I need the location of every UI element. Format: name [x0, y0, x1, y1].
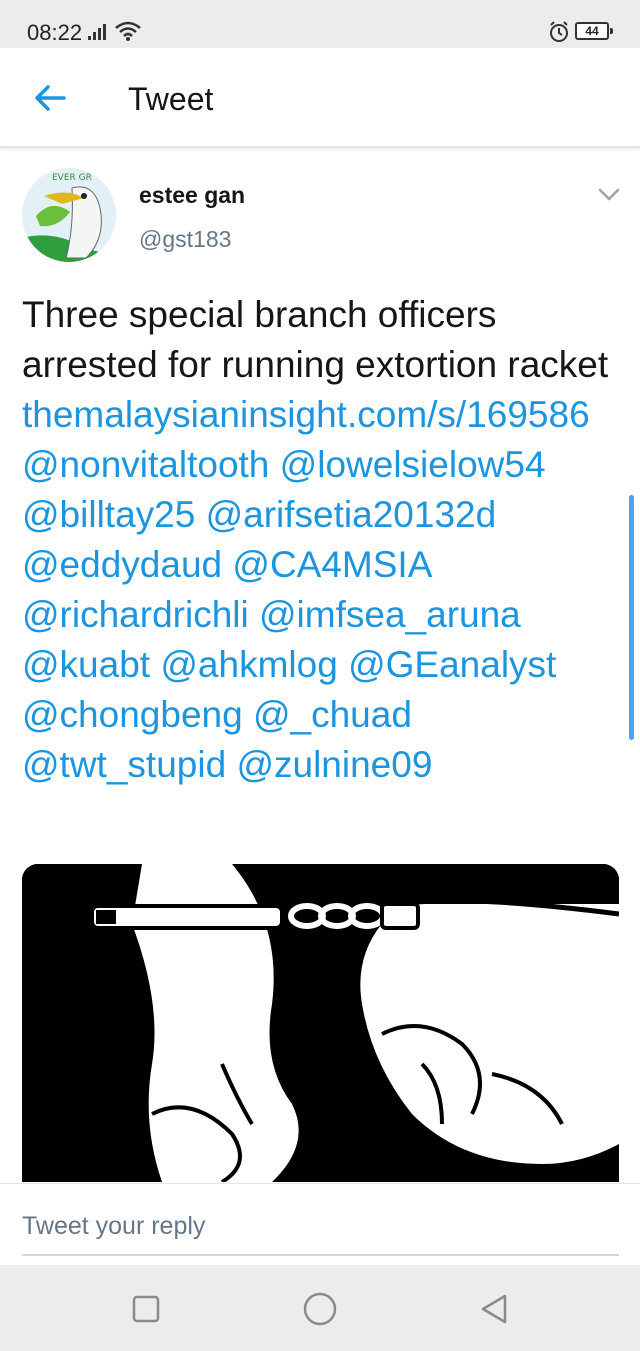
- author-name[interactable]: estee gan: [139, 182, 245, 209]
- tweet-text: Three special branch officers arrested f…: [22, 290, 622, 790]
- tweet-media[interactable]: [22, 864, 619, 1182]
- tweet-body: Three special branch officers arrested f…: [22, 294, 609, 385]
- signal-icon: [88, 24, 106, 40]
- mention-link[interactable]: @richardrichli: [22, 594, 249, 635]
- battery-icon: 44: [575, 22, 613, 40]
- mention-link[interactable]: @ahkmlog: [160, 644, 337, 685]
- status-time: 08:22: [27, 20, 83, 45]
- reply-input[interactable]: [22, 1208, 619, 1256]
- mention-link[interactable]: @zulnine09: [236, 744, 432, 785]
- author-handle[interactable]: @gst183: [139, 226, 231, 253]
- mention-link[interactable]: @CA4MSIA: [232, 544, 430, 585]
- avatar[interactable]: EVER GR: [22, 168, 116, 262]
- mention-link[interactable]: @chongbeng: [22, 694, 243, 735]
- status-bar: 08:22 44: [0, 0, 640, 48]
- back-arrow-icon: [35, 85, 66, 111]
- wifi-icon: [115, 21, 141, 41]
- mention-link[interactable]: @billtay25: [22, 494, 195, 535]
- recent-apps-icon: [132, 1295, 160, 1323]
- mention-link[interactable]: @GEanalyst: [348, 644, 556, 685]
- tweet-link[interactable]: themalaysianinsight.com/s/169586: [22, 394, 590, 435]
- scrollbar[interactable]: [629, 495, 634, 740]
- app-header: Tweet: [0, 48, 640, 148]
- chevron-down-icon[interactable]: [596, 184, 622, 204]
- mention-link[interactable]: @kuabt: [22, 644, 150, 685]
- mention-link[interactable]: @twt_stupid: [22, 744, 226, 785]
- handcuffs-image: [22, 864, 619, 1182]
- home-icon: [303, 1292, 337, 1326]
- avatar-image: EVER GR: [22, 168, 116, 262]
- recent-apps-button[interactable]: [126, 1289, 166, 1329]
- alarm-icon: [550, 21, 568, 42]
- home-button[interactable]: [300, 1289, 340, 1329]
- back-button[interactable]: [28, 76, 72, 120]
- mention-link[interactable]: @nonvitaltooth: [22, 444, 269, 485]
- mention-link[interactable]: @eddydaud: [22, 544, 222, 585]
- svg-text:EVER GR: EVER GR: [52, 173, 92, 183]
- mention-link[interactable]: @arifsetia20132d: [206, 494, 497, 535]
- mention-link[interactable]: @lowelsielow54: [280, 444, 546, 485]
- system-nav-bar: [0, 1265, 640, 1351]
- mentions: @nonvitaltooth @lowelsielow54 @billtay25…: [22, 444, 556, 785]
- back-nav-button[interactable]: [474, 1289, 514, 1329]
- page-title: Tweet: [128, 81, 214, 117]
- mention-link[interactable]: @imfsea_aruna: [259, 594, 521, 635]
- mention-link[interactable]: @_chuad: [253, 694, 412, 735]
- reply-bar: [0, 1183, 640, 1265]
- back-icon: [481, 1294, 507, 1324]
